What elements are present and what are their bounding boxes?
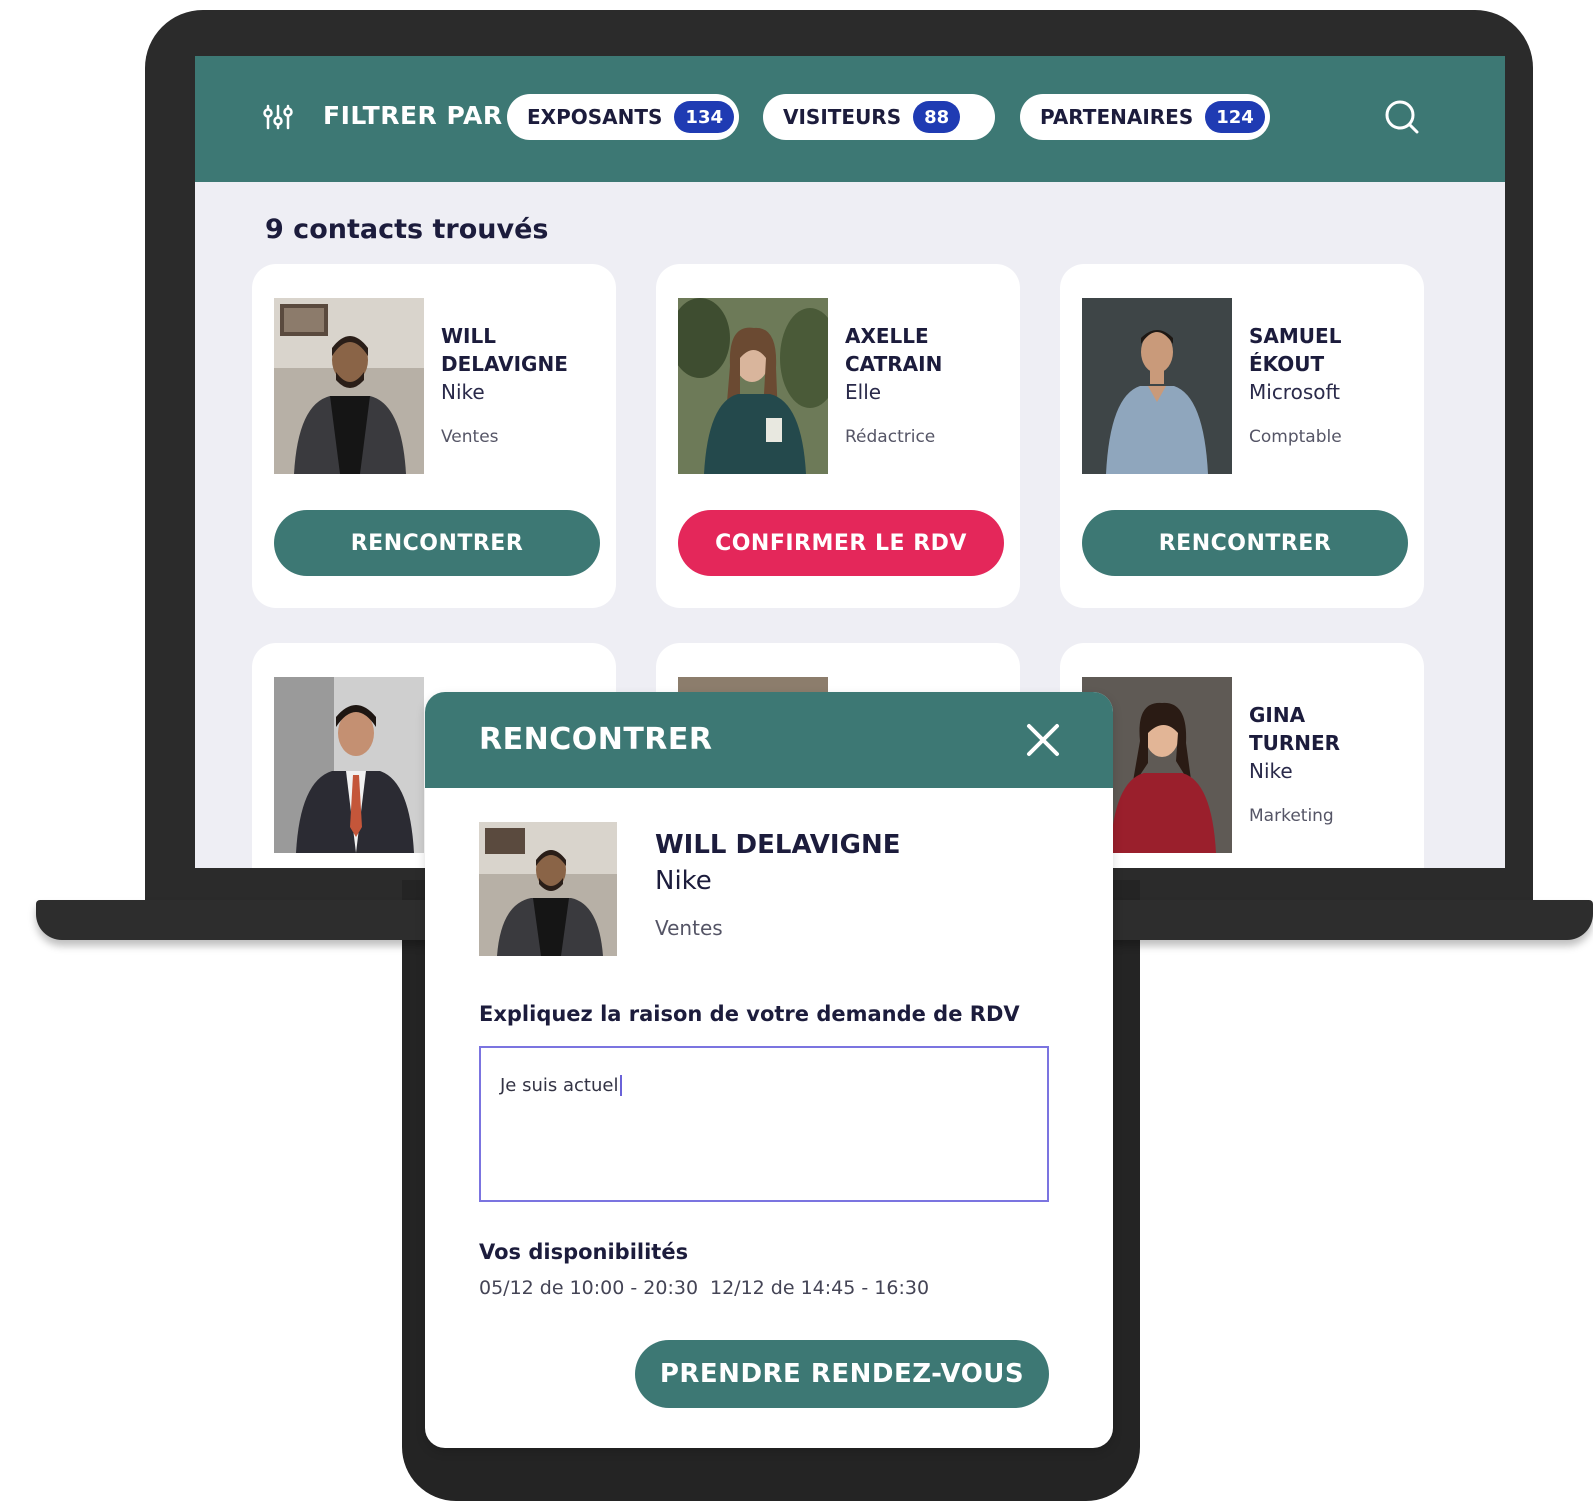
- modal-contact-company: Nike: [655, 866, 712, 896]
- contact-last-name: DELAVIGNE: [441, 352, 568, 376]
- close-icon[interactable]: [1025, 722, 1061, 758]
- contact-company: Nike: [441, 380, 485, 404]
- meet-button[interactable]: RENCONTRER: [1082, 510, 1408, 576]
- contact-photo: [274, 677, 424, 853]
- contact-role: Marketing: [1249, 806, 1334, 826]
- contact-last-name: CATRAIN: [845, 352, 943, 376]
- contact-company: Elle: [845, 380, 882, 404]
- search-icon[interactable]: [1383, 98, 1421, 136]
- contact-photo: [274, 298, 424, 474]
- reason-textarea[interactable]: Je suis actuel: [479, 1046, 1049, 1202]
- filter-visiteurs[interactable]: VISITEURS 88: [763, 94, 995, 140]
- filter-exposants-count: 134: [674, 101, 734, 133]
- results-count: 9 contacts trouvés: [265, 214, 549, 245]
- filter-partenaires[interactable]: PARTENAIRES 124: [1020, 94, 1270, 140]
- confirm-rdv-button[interactable]: CONFIRMER LE RDV: [678, 510, 1004, 576]
- contact-card: GINA TURNER Nike Marketing: [1060, 643, 1424, 868]
- filter-label: FILTRER PAR: [323, 101, 503, 130]
- filter-exposants-label: EXPOSANTS: [527, 105, 663, 129]
- modal-header: RENCONTRER: [425, 692, 1113, 788]
- contact-company: Microsoft: [1249, 380, 1341, 404]
- modal-contact-photo: [479, 822, 617, 956]
- contact-role: Comptable: [1249, 427, 1342, 447]
- reason-label: Expliquez la raison de votre demande de …: [479, 1002, 1020, 1026]
- contact-role: Rédactrice: [845, 427, 936, 447]
- meet-modal: RENCONTRER WILL DELAVIGNE Nike Ventes Ex…: [425, 692, 1113, 1448]
- filter-exposants[interactable]: EXPOSANTS 134: [507, 94, 739, 140]
- filter-visiteurs-label: VISITEURS: [783, 105, 902, 129]
- book-appointment-button[interactable]: PRENDRE RENDEZ-VOUS: [635, 1340, 1049, 1408]
- contact-first-name: SAMUEL: [1249, 324, 1342, 348]
- filter-partenaires-label: PARTENAIRES: [1040, 105, 1194, 129]
- availability-slot: 05/12 de 10:00 - 20:30: [479, 1277, 699, 1299]
- availability-slot: 12/12 de 14:45 - 16:30: [710, 1277, 930, 1299]
- contact-last-name: TURNER: [1249, 731, 1341, 755]
- filter-partenaires-count: 124: [1205, 101, 1265, 133]
- modal-contact-name: WILL DELAVIGNE: [655, 830, 901, 860]
- contact-first-name: GINA: [1249, 703, 1306, 727]
- meet-button[interactable]: RENCONTRER: [274, 510, 600, 576]
- contact-photo: [1082, 298, 1232, 474]
- contact-first-name: AXELLE: [845, 324, 929, 348]
- modal-title: RENCONTRER: [479, 722, 713, 757]
- filter-bar: FILTRER PAR EXPOSANTS 134 VISITEURS 88 P…: [195, 56, 1505, 182]
- sliders-icon[interactable]: [263, 104, 293, 130]
- availability-label: Vos disponibilités: [479, 1240, 689, 1264]
- contact-last-name: ÉKOUT: [1249, 352, 1325, 376]
- contact-card: AXELLE CATRAIN Elle Rédactrice CONFIRMER…: [656, 264, 1020, 608]
- contact-card: SAMUEL ÉKOUT Microsoft Comptable RENCONT…: [1060, 264, 1424, 608]
- contact-company: Nike: [1249, 759, 1293, 783]
- contact-card: WILL DELAVIGNE Nike Ventes RENCONTRER: [252, 264, 616, 608]
- contact-role: Ventes: [441, 427, 499, 447]
- modal-contact-role: Ventes: [655, 916, 723, 940]
- reason-text: Je suis actuel: [500, 1075, 623, 1096]
- contact-first-name: WILL: [441, 324, 496, 348]
- filter-visiteurs-count: 88: [913, 101, 961, 133]
- contact-photo: [678, 298, 828, 474]
